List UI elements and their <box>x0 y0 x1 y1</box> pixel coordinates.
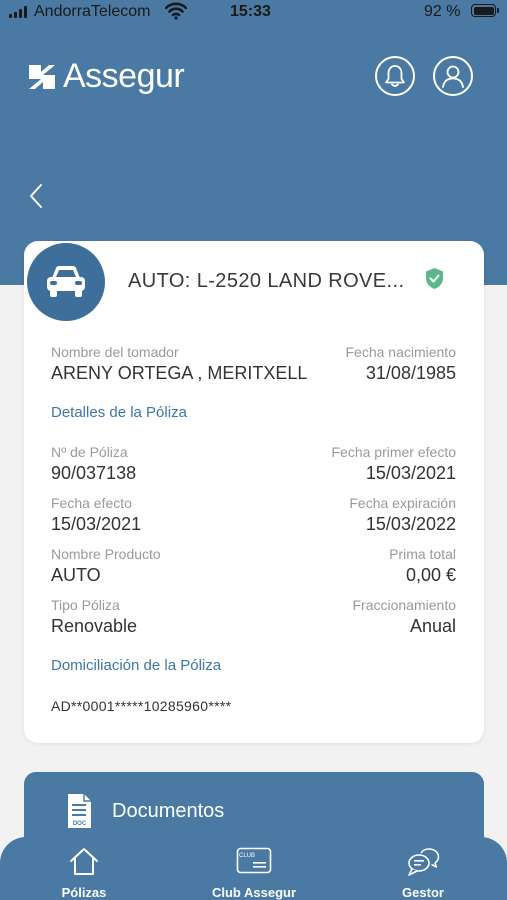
policy-number-label: Nº de Póliza <box>51 444 128 460</box>
battery-percent: 92 % <box>424 3 461 20</box>
premium-label: Prima total <box>389 546 456 562</box>
documents-label: Documentos <box>112 800 225 822</box>
premium-value: 0,00 € <box>405 565 456 585</box>
first-effect-value: 15/03/2021 <box>365 463 456 483</box>
nav-label-club: Club Assegur <box>211 885 297 900</box>
holder-value: ARENY ORTEGA , MERITXELL <box>51 363 308 383</box>
nav-label-gestor: Gestor <box>402 885 444 900</box>
bank-account-value: AD**0001*****10285960**** <box>51 698 232 714</box>
policy-domicile-link[interactable]: Domiciliación de la Póliza <box>51 657 221 674</box>
bell-icon <box>385 65 405 87</box>
assegur-logo: Assegur <box>27 57 185 96</box>
nav-tab-gestor[interactable]: Gestor <box>348 837 498 900</box>
holder-label: Nombre del tomador <box>51 344 179 360</box>
payment-split-label: Fraccionamiento <box>352 597 457 613</box>
product-value: AUTO <box>51 565 101 585</box>
user-icon <box>442 65 464 88</box>
car-icon <box>47 266 85 297</box>
expiry-date-value: 15/03/2022 <box>365 514 456 534</box>
profile-button[interactable] <box>433 56 473 96</box>
chevron-left-icon <box>30 184 42 208</box>
policy-type-avatar <box>27 243 105 321</box>
home-icon <box>70 848 98 875</box>
document-icon: DOC <box>66 793 92 834</box>
club-card-icon-text: CLUB <box>239 853 255 859</box>
chat-bubbles-icon <box>408 848 440 876</box>
birth-value: 31/08/1985 <box>365 363 456 383</box>
policy-number-value: 90/037138 <box>51 463 137 483</box>
product-label: Nombre Producto <box>51 546 161 562</box>
policy-type-label: Tipo Póliza <box>51 597 120 613</box>
payment-split-value: Anual <box>409 616 456 636</box>
club-card-icon: CLUB <box>236 847 272 874</box>
status-bar: AndorraTelecom 15:33 92 % <box>0 0 507 26</box>
effect-date-value: 15/03/2021 <box>51 514 142 534</box>
back-button[interactable] <box>26 180 50 212</box>
document-icon-text: DOC <box>73 821 87 827</box>
verified-shield-icon <box>425 267 444 295</box>
battery-icon <box>471 4 499 17</box>
first-effect-label: Fecha primer efecto <box>331 444 457 460</box>
effect-date-label: Fecha efecto <box>51 495 132 511</box>
carrier-name: AndorraTelecom <box>34 3 151 20</box>
logo-mark-icon <box>29 64 55 89</box>
birth-label: Fecha nacimiento <box>345 344 456 360</box>
signal-icon <box>9 6 27 18</box>
notifications-button[interactable] <box>375 56 415 96</box>
policy-type-value: Renovable <box>51 616 138 636</box>
nav-tab-club[interactable]: CLUB Club Assegur <box>179 837 329 900</box>
wifi-icon <box>164 2 188 25</box>
status-time: 15:33 <box>230 3 271 20</box>
logo-text: Assegur <box>63 57 185 95</box>
expiry-date-label: Fecha expiración <box>349 495 456 511</box>
nav-tab-polizas[interactable]: Pólizas <box>9 837 159 900</box>
policy-details-link[interactable]: Detalles de la Póliza <box>51 404 187 421</box>
policy-title: AUTO: L-2520 LAND ROVE... <box>128 270 405 292</box>
nav-label-polizas: Pólizas <box>61 885 107 900</box>
